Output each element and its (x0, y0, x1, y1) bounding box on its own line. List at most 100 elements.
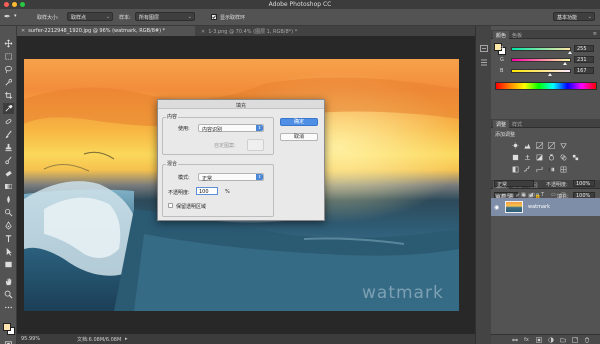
mode-value: 正常 (202, 176, 213, 182)
history-panel-icon[interactable] (479, 44, 489, 52)
gradient-tool-icon[interactable] (3, 181, 14, 192)
channel-value-field[interactable]: 231 (574, 56, 594, 63)
ok-button[interactable]: 确定 (280, 118, 318, 126)
healing-brush-tool-icon[interactable] (3, 116, 14, 127)
marquee-tool-icon[interactable] (3, 51, 14, 62)
posterize-icon[interactable] (523, 165, 531, 173)
brightness-contrast-icon[interactable] (511, 141, 519, 149)
sample-select[interactable]: 所有图层 ⌄ (135, 12, 195, 21)
panel-menu-icon[interactable]: ≡ (593, 31, 597, 37)
invert-icon[interactable] (511, 165, 519, 173)
show-ring-checkbox[interactable] (211, 14, 217, 20)
custom-pattern-picker[interactable] (247, 139, 264, 151)
tab-label: surfer-2212948_1920.jpg @ 96% (watmark, … (28, 28, 166, 34)
eyedropper-tool-preset-icon[interactable]: ✒ (4, 12, 11, 21)
layer-fill-field[interactable]: 100% (573, 192, 595, 199)
exposure-icon[interactable] (547, 141, 555, 149)
sample-size-value: 取样点 (71, 15, 87, 21)
mode-select[interactable]: 正常 ⇕ (198, 173, 264, 182)
curves-icon[interactable] (535, 141, 543, 149)
preserve-transparency-checkbox[interactable] (168, 203, 173, 208)
zoom-tool-icon[interactable] (3, 289, 14, 300)
rectangle-tool-icon[interactable] (3, 259, 14, 270)
tab-color[interactable]: 颜色 (493, 31, 510, 39)
hue-saturation-icon[interactable] (511, 153, 519, 161)
channel-value-field[interactable]: 167 (574, 67, 594, 74)
black-white-icon[interactable] (535, 153, 543, 161)
color-spectrum[interactable] (495, 82, 597, 90)
slider-knob[interactable] (562, 62, 567, 65)
lasso-tool-icon[interactable] (3, 64, 14, 75)
layer-opacity-field[interactable]: 100% (573, 180, 595, 187)
slider-knob[interactable] (547, 73, 552, 76)
move-tool-icon[interactable] (3, 38, 14, 49)
type-tool-icon[interactable] (3, 233, 14, 244)
blur-tool-icon[interactable] (3, 194, 14, 205)
fill-dialog: 填充 内容 使用: 内容识别 ⇕ 自定图案: 混合 模式: 正常 ⇕ 不透明度:… (157, 99, 325, 221)
tab-styles[interactable]: 样式 (509, 120, 525, 128)
path-selection-tool-icon[interactable] (3, 246, 14, 257)
adjustments-panel-tabs: 调整 样式 (491, 119, 600, 128)
color-lookup-icon[interactable] (571, 153, 579, 161)
blend-mode-select[interactable]: 正常 (494, 180, 534, 188)
opacity-label: 不透明度: (168, 190, 190, 196)
hand-tool-icon[interactable] (3, 276, 14, 287)
clone-stamp-tool-icon[interactable] (3, 142, 14, 153)
channel-slider[interactable] (511, 69, 571, 76)
color-panel-tabs: 颜色 色板 ≡ (491, 30, 600, 39)
levels-icon[interactable] (523, 141, 531, 149)
brush-tool-icon[interactable] (3, 129, 14, 140)
eyedropper-tool-icon[interactable] (3, 103, 14, 114)
threshold-icon[interactable] (535, 165, 543, 173)
workspace-value: 基本功能 (557, 15, 578, 21)
foreground-color-swatch[interactable] (3, 323, 11, 331)
tab-1-3-document[interactable]: ✕ 1-3.png @ 70.4% (图层 1, RGB/8*) * (197, 26, 327, 36)
tab-label: 1-3.png @ 70.4% (图层 1, RGB/8*) * (208, 29, 298, 35)
sample-size-select[interactable]: 取样点 ⌄ (67, 12, 113, 21)
status-bar: 95.99% 文档:6.08M/6.08M ▸ (17, 334, 475, 344)
close-icon[interactable]: ✕ (201, 29, 205, 35)
slider-row-g: G 231 (500, 56, 597, 65)
eraser-tool-icon[interactable] (3, 168, 14, 179)
use-select[interactable]: 内容识别 ⇕ (198, 124, 264, 133)
channel-slider[interactable] (511, 47, 572, 54)
selective-color-icon[interactable] (559, 165, 567, 173)
show-ring-label: 显示取样环 (220, 15, 246, 21)
quick-mask-icon[interactable] (3, 339, 14, 344)
filter-shape-icon[interactable]: ▭ (551, 192, 556, 198)
stepper-icon: ⇕ (256, 174, 263, 180)
status-menu-icon[interactable]: ▸ (125, 336, 128, 342)
tab-surfer-document[interactable]: ✕ surfer-2212948_1920.jpg @ 96% (watmark,… (17, 26, 195, 36)
slider-knob[interactable] (568, 51, 572, 54)
zoom-level[interactable]: 95.99% (21, 336, 40, 342)
color-balance-icon[interactable] (523, 153, 531, 161)
use-value: 内容识别 (202, 127, 223, 133)
vibrance-icon[interactable] (559, 141, 567, 149)
crop-tool-icon[interactable] (3, 90, 14, 101)
history-brush-tool-icon[interactable] (3, 155, 14, 166)
gradient-map-icon[interactable] (547, 165, 555, 173)
close-icon[interactable]: ✕ (21, 28, 25, 34)
quick-selection-tool-icon[interactable] (3, 77, 14, 88)
fill-label: 填充: (557, 194, 569, 200)
dodge-tool-icon[interactable] (3, 207, 14, 218)
tab-adjustments[interactable]: 调整 (493, 120, 510, 128)
opacity-input[interactable]: 100 (196, 187, 218, 195)
stepper-icon: ⇕ (256, 125, 263, 131)
photo-filter-icon[interactable] (547, 153, 555, 161)
workspace-select[interactable]: 基本功能 ⌄ (553, 12, 595, 21)
cancel-button[interactable]: 取消 (280, 133, 318, 141)
channel-slider[interactable] (511, 58, 571, 65)
channel-value-field[interactable]: 255 (574, 45, 594, 52)
lock-icons[interactable]: ▦✐✥▣🔒 (509, 193, 543, 199)
tab-swatches[interactable]: 色板 (509, 31, 525, 39)
tool-preset-dropdown-icon[interactable]: ▾ (14, 13, 17, 19)
pen-tool-icon[interactable] (3, 220, 14, 231)
more-tools-icon[interactable] (3, 302, 14, 313)
channel-mixer-icon[interactable] (559, 153, 567, 161)
channel-label: R (500, 46, 504, 52)
properties-panel-icon[interactable] (479, 58, 489, 66)
channel-label: G (500, 57, 504, 63)
dialog-title: 填充 (158, 100, 324, 109)
slider-row-r: R 255 (500, 45, 597, 54)
